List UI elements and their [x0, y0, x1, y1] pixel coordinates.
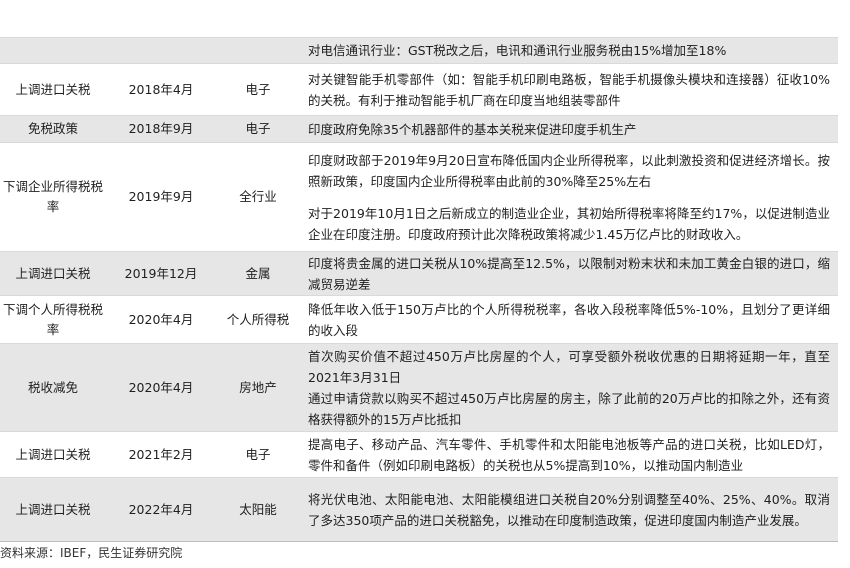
policy-description: 降低年收入低于150万卢比的个人所得税税率，各收入段税率降低5%-10%，且划分… [300, 296, 838, 343]
table-row: 上调进口关税 2022年4月 太阳能 将光伏电池、太阳能电池、太阳能模组进口关税… [0, 477, 838, 541]
description-text: 将光伏电池、太阳能电池、太阳能模组进口关税自20%分别调整至40%、25%、40… [308, 491, 830, 528]
policy-date: 2018年9月 [128, 121, 194, 136]
policy-industry: 全行业 [239, 189, 277, 204]
policy-name: 下调企业所得税税率 [2, 179, 103, 214]
policy-name: 下调个人所得税税率 [2, 301, 103, 337]
policy-description: 对电信通讯行业：GST税改之后，电讯和通讯行业服务税由15%增加至18% [300, 38, 838, 63]
description-text: 印度政府免除35个机器部件的基本关税来促进印度手机生产 [308, 121, 637, 137]
description-text: 印度将贵金属的进口关税从10%提高至12.5%，以限制对粉末状和未加工黄金白银的… [308, 255, 830, 292]
policy-name [0, 38, 106, 63]
policy-date: 2020年4月 [128, 379, 194, 395]
policy-description: 将光伏电池、太阳能电池、太阳能模组进口关税自20%分别调整至40%、25%、40… [300, 478, 838, 541]
policy-date: 2019年9月 [128, 189, 194, 204]
policy-date: 2018年4月 [128, 81, 194, 97]
description-text: 提高电子、移动产品、汽车零件、手机零件和太阳能电池板等产品的进口关税，比如LED… [308, 436, 830, 473]
description-text: 对于2019年10月1日之后新成立的制造业企业，其初始所得税率将降至约17%，以… [308, 205, 830, 242]
source-note: 资料来源：IBEF，民生证券研究院 [0, 546, 183, 560]
policy-industry: 太阳能 [239, 501, 277, 517]
table-row: 上调进口关税 2021年2月 电子 提高电子、移动产品、汽车零件、手机零件和太阳… [0, 431, 838, 477]
table-bottom-rule [0, 541, 838, 542]
policy-industry: 金属 [245, 265, 271, 281]
table-row: 免税政策 2018年9月 电子 印度政府免除35个机器部件的基本关税来促进印度手… [0, 115, 838, 142]
table-row: 上调进口关税 2019年12月 金属 印度将贵金属的进口关税从10%提高至12.… [0, 251, 838, 295]
policy-industry: 房地产 [239, 379, 277, 395]
policy-industry: 电子 [245, 121, 271, 136]
policy-name: 上调进口关税 [15, 501, 91, 517]
description-text: 首次购买价值不超过450万卢比房屋的个人，可享受额外税收优惠的日期将延期一年，直… [308, 348, 830, 385]
policy-description: 印度财政部于2019年9月20日宣布降低国内企业所得税率，以此刺激投资和促进经济… [300, 143, 838, 251]
policy-name: 税收减免 [27, 379, 78, 395]
policy-name: 上调进口关税 [15, 446, 91, 462]
description-text: 对电信通讯行业：GST税改之后，电讯和通讯行业服务税由15%增加至18% [308, 43, 727, 58]
policy-industry: 电子 [245, 446, 271, 462]
policy-industry [216, 38, 300, 63]
policy-date: 2020年4月 [128, 311, 194, 327]
policy-industry: 个人所得税 [226, 311, 290, 327]
table-row: 上调进口关税 2018年4月 电子 对关键智能手机零部件（如：智能手机印刷电路板… [0, 63, 838, 115]
policy-description: 首次购买价值不超过450万卢比房屋的个人，可享受额外税收优惠的日期将延期一年，直… [300, 344, 838, 431]
policy-description: 提高电子、移动产品、汽车零件、手机零件和太阳能电池板等产品的进口关税，比如LED… [300, 432, 838, 477]
table-row: 对电信通讯行业：GST税改之后，电讯和通讯行业服务税由15%增加至18% [0, 37, 838, 63]
table-row: 下调个人所得税税率 2020年4月 个人所得税 降低年收入低于150万卢比的个人… [0, 295, 838, 343]
table-row: 税收减免 2020年4月 房地产 首次购买价值不超过450万卢比房屋的个人，可享… [0, 343, 838, 431]
table-row: 下调企业所得税税率 2019年9月 全行业 印度财政部于2019年9月20日宣布… [0, 142, 838, 251]
policy-date: 2022年4月 [128, 501, 194, 517]
policy-date [106, 38, 216, 63]
policy-name: 免税政策 [27, 121, 78, 136]
description-text: 降低年收入低于150万卢比的个人所得税税率，各收入段税率降低5%-10%，且划分… [308, 301, 830, 338]
policy-description: 印度政府免除35个机器部件的基本关税来促进印度手机生产 [300, 116, 838, 142]
description-text: 对关键智能手机零部件（如：智能手机印刷电路板，智能手机摄像头模块和连接器）征收1… [308, 71, 830, 108]
policy-description: 印度将贵金属的进口关税从10%提高至12.5%，以限制对粉末状和未加工黄金白银的… [300, 252, 838, 295]
policy-table: 对电信通讯行业：GST税改之后，电讯和通讯行业服务税由15%增加至18% 上调进… [0, 37, 838, 541]
description-text: 印度财政部于2019年9月20日宣布降低国内企业所得税率，以此刺激投资和促进经济… [308, 152, 830, 189]
policy-name: 上调进口关税 [15, 81, 91, 97]
description-text: 通过申请贷款以购买不超过450万卢比房屋的房主，除了此前的20万卢比的扣除之外，… [308, 390, 830, 427]
policy-description: 对关键智能手机零部件（如：智能手机印刷电路板，智能手机摄像头模块和连接器）征收1… [300, 64, 838, 115]
policy-date: 2019年12月 [124, 265, 198, 281]
policy-date: 2021年2月 [128, 446, 194, 462]
policy-name: 上调进口关税 [15, 265, 91, 281]
policy-industry: 电子 [245, 81, 271, 97]
